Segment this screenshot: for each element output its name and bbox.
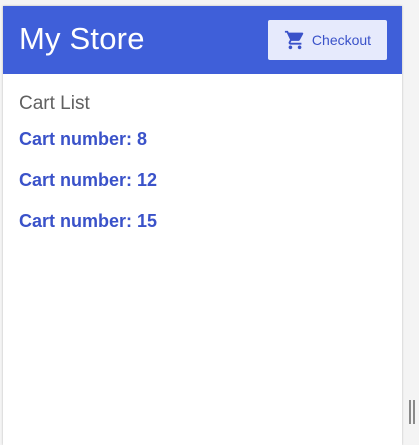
resize-handle[interactable] (409, 400, 415, 424)
cart-list-heading: Cart List (19, 93, 90, 114)
main-content: Cart List Cart number: 8 Cart number: 12… (3, 74, 402, 232)
top-app-bar: My Store Checkout (3, 6, 402, 74)
checkout-label: Checkout (311, 32, 372, 48)
cart-link-12[interactable]: Cart number: 12 (19, 169, 386, 191)
checkout-button[interactable]: Checkout (268, 20, 387, 60)
shopping-cart-icon (284, 29, 306, 51)
cart-link-15[interactable]: Cart number: 15 (19, 210, 386, 232)
app-window: My Store Checkout Cart List Cart number:… (3, 6, 402, 445)
store-title: My Store (19, 21, 145, 56)
cart-link-8[interactable]: Cart number: 8 (19, 128, 386, 150)
